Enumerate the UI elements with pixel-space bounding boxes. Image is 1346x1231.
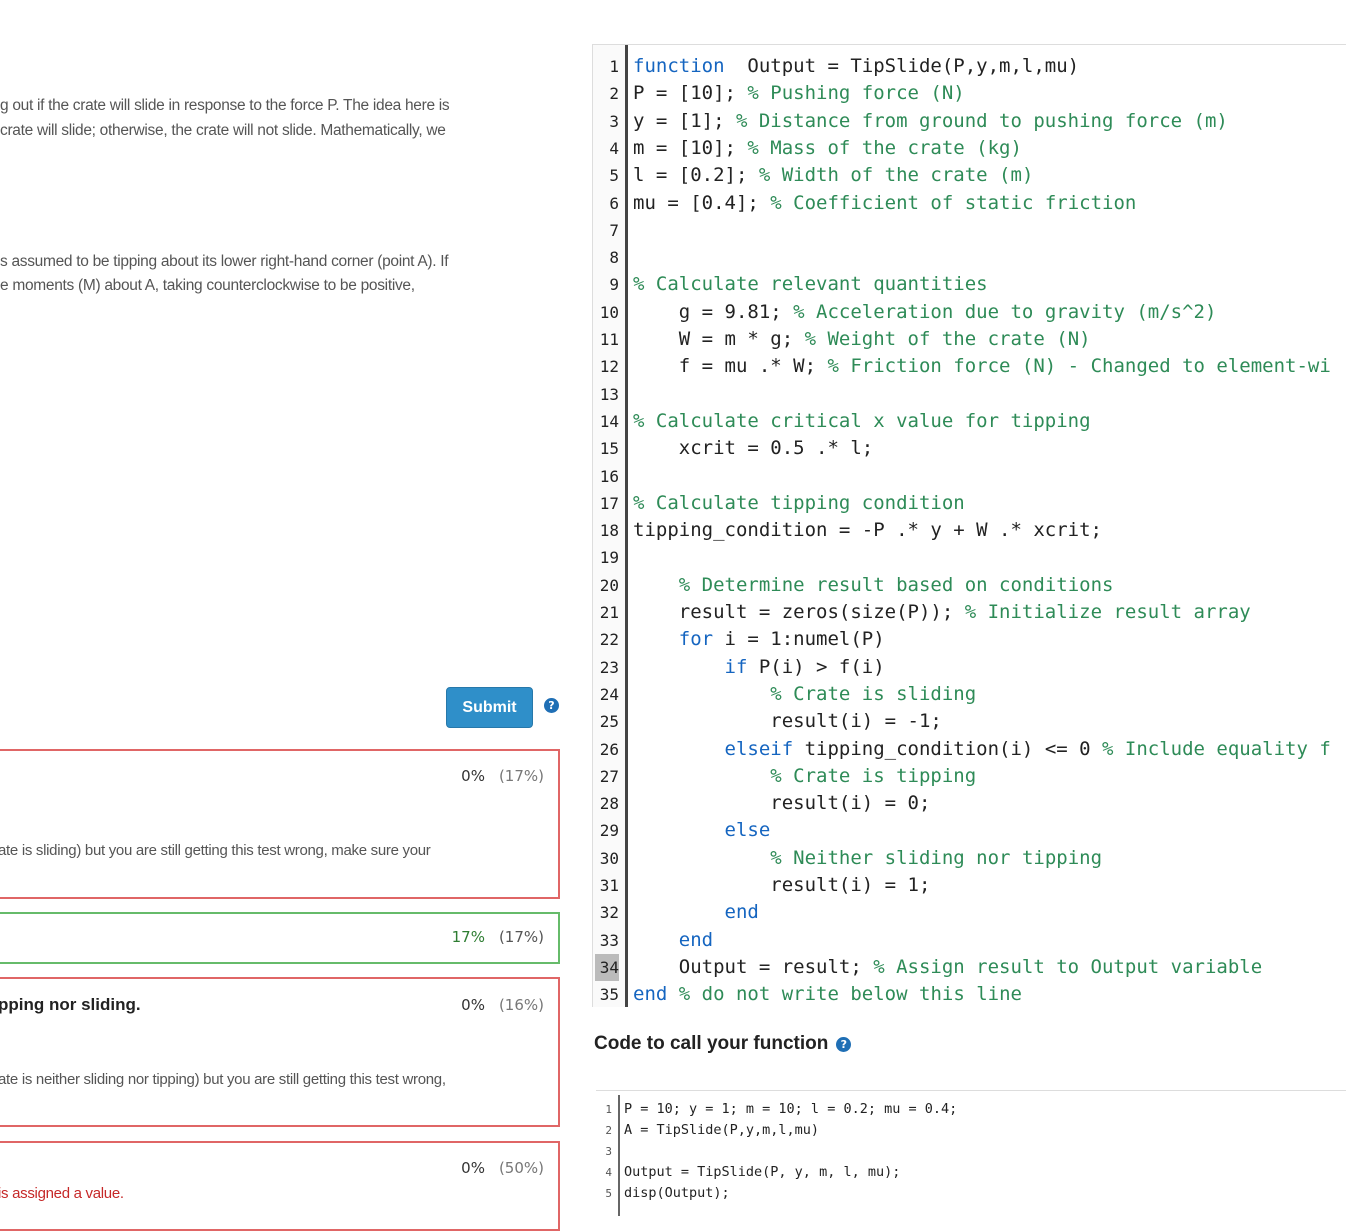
line-number: 15 (599, 439, 619, 459)
line-number: 24 (599, 684, 619, 704)
code-text: function Output = TipSlide(P,y,m,l,mu) (633, 55, 1080, 77)
line-number: 21 (599, 603, 619, 622)
line-number: 27 (599, 766, 619, 786)
line-number: 25 (599, 712, 619, 732)
line-number: 5 (605, 1187, 612, 1200)
line-number: 26 (599, 739, 619, 759)
test-score: 0% (50%) (461, 1159, 544, 1177)
line-number: 35 (599, 985, 619, 1005)
line-number: 4 (609, 138, 619, 158)
line-number: 13 (599, 384, 619, 404)
line-number: 19 (599, 548, 619, 568)
code-text: f = mu .* W; % Friction force (N) - Chan… (633, 355, 1331, 378)
code-text: % Calculate relevant quantities (633, 273, 988, 296)
line-number: 28 (599, 794, 619, 814)
code-text: end % do not write below this line (633, 983, 1022, 1006)
test-result-card: 17% (17%) (0, 912, 560, 964)
question-circle-icon[interactable]: ? (836, 1036, 852, 1052)
line-number: 11 (599, 330, 619, 349)
line-number: 10 (599, 302, 619, 322)
problem-text-line: s assumed to be tipping about its lower … (0, 253, 449, 270)
code-text: % Crate is sliding (770, 682, 977, 705)
code-text: % Crate is tipping (770, 764, 977, 787)
call-section-title: Code to call your function ? (594, 1033, 852, 1055)
test-result-card: pping nor sliding. 0% (16%) ate is neithe… (0, 977, 560, 1127)
line-number: 20 (599, 575, 619, 595)
code-text: W = m * g; % Weight of the crate (N) (633, 328, 1091, 350)
call-code-editor[interactable]: 1 P = 10; y = 1; m = 10; l = 0.2; mu = 0.… (596, 1090, 1346, 1216)
code-text: % Calculate critical x value for tipping (633, 409, 1091, 432)
code-text: result(i) = 1; (633, 874, 931, 896)
code-text: Output = TipSlide(P, y, m, l, mu); (624, 1164, 901, 1180)
function-code-editor[interactable]: 1 function Output = TipSlide(P,y,m,l,mu) 2… (592, 44, 1346, 1007)
code-text: for i = 1:numel(P) (678, 628, 885, 651)
code-text: g = 9.81; % Acceleration due to gravity … (633, 300, 1217, 323)
problem-text-line: crate will slide; otherwise, the crate w… (0, 122, 446, 139)
test-message: is assigned a value. (0, 1185, 124, 1202)
test-score: 0% (17%) (461, 767, 544, 785)
line-number: 16 (599, 466, 619, 486)
line-number: 4 (605, 1166, 612, 1179)
test-message: ate is sliding) but you are still gettin… (0, 842, 431, 859)
code-text: % Calculate tipping condition (633, 491, 965, 514)
code-text: end (678, 928, 714, 951)
submit-button[interactable]: Submit (446, 687, 533, 728)
line-number: 3 (605, 1145, 612, 1158)
line-number: 32 (599, 903, 619, 923)
line-number: 1 (609, 57, 619, 76)
code-text: P = 10; y = 1; m = 10; l = 0.2; mu = 0.4… (624, 1101, 958, 1117)
line-number: 1 (605, 1103, 612, 1116)
line-number: 33 (599, 930, 619, 950)
line-number: 18 (599, 521, 619, 541)
code-text: xcrit = 0.5 .* l; (633, 437, 874, 460)
question-circle-icon[interactable]: ? (544, 698, 559, 713)
line-number: 30 (599, 848, 619, 868)
line-number: 29 (599, 821, 619, 841)
code-text: m = [10]; % Mass of the crate (kg) (633, 136, 1022, 159)
code-text: mu = [0.4]; % Coefficient of static fric… (633, 191, 1137, 214)
line-number: 17 (599, 493, 619, 513)
line-number: 9 (609, 275, 619, 295)
line-number: 6 (609, 193, 619, 213)
code-text: if P(i) > f(i) (724, 655, 885, 678)
line-number: 22 (599, 630, 619, 650)
line-number: 14 (599, 411, 619, 431)
code-text: result = zeros(size(P)); % Initialize re… (633, 601, 1251, 623)
line-number: 2 (605, 1124, 612, 1137)
code-text: l = [0.2]; % Width of the crate (m) (633, 164, 1034, 187)
test-result-card: 0% (17%) ate is sliding) but you are stil… (0, 749, 560, 899)
line-number: 8 (609, 248, 619, 268)
line-number: 5 (609, 166, 619, 186)
line-number: 2 (609, 84, 619, 104)
test-score: 0% (16%) (461, 996, 544, 1014)
line-number: 31 (599, 876, 619, 895)
code-text: P = [10]; % Pushing force (N) (633, 82, 965, 105)
line-number: 23 (599, 657, 619, 677)
code-text: tipping_condition = -P .* y + W .* xcrit… (633, 519, 1102, 542)
code-text: end (724, 901, 759, 924)
code-text: elseif tipping_condition(i) <= 0 % Inclu… (724, 737, 1331, 760)
call-section-label: Code to call your function (594, 1033, 829, 1054)
code-text: Output = result; % Assign result to Outp… (633, 955, 1263, 978)
code-text: y = [1]; % Distance from ground to pushi… (633, 109, 1228, 132)
code-text: disp(Output); (624, 1185, 730, 1201)
problem-text-line: g out if the crate will slide in respons… (0, 97, 450, 114)
test-title: pping nor sliding. (0, 995, 141, 1014)
line-number: 34 (595, 953, 619, 981)
test-message: ate is neither sliding nor tipping) but … (0, 1071, 446, 1088)
code-text: else (724, 819, 771, 842)
code-text: % Neither sliding nor tipping (770, 846, 1103, 869)
line-number: 7 (609, 220, 619, 240)
line-number: 12 (599, 357, 619, 377)
problem-text-line: e moments (M) about A, taking counterclo… (0, 277, 415, 294)
test-score: 17% (17%) (451, 928, 544, 946)
code-text: % Determine result based on conditions (678, 573, 1114, 596)
code-text: result(i) = 0; (633, 792, 931, 815)
line-number: 3 (609, 111, 619, 131)
test-result-card: 0% (50%) is assigned a value. (0, 1141, 560, 1231)
code-text: result(i) = -1; (633, 710, 942, 733)
code-text: A = TipSlide(P,y,m,l,mu) (624, 1122, 820, 1138)
